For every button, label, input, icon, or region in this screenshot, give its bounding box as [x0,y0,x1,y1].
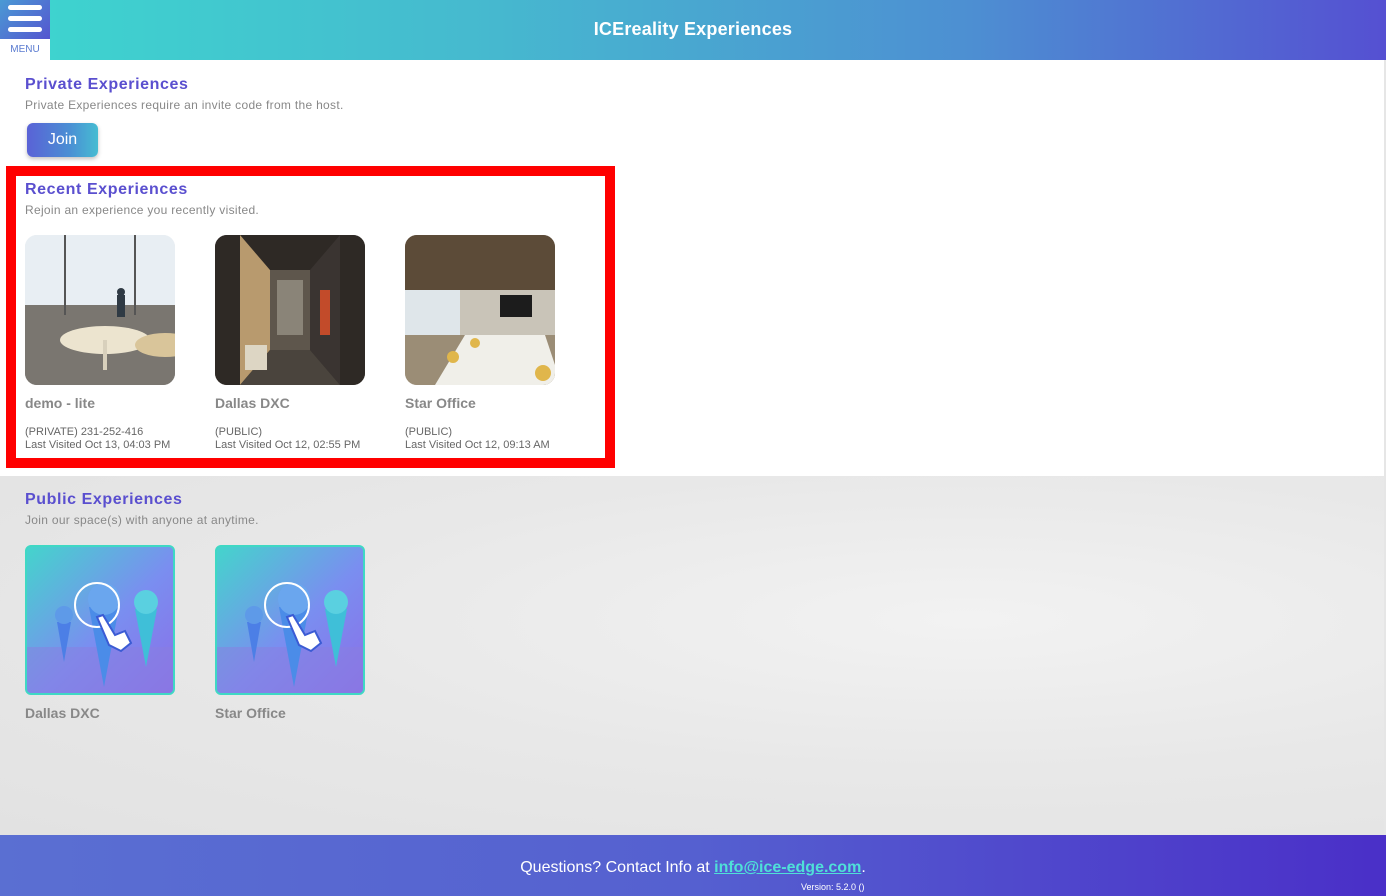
experience-last-visited: Last Visited Oct 12, 09:13 AM [405,439,550,451]
section-subtitle: Join our space(s) with anyone at anytime… [25,513,259,527]
public-experiences-section: Public Experiences Join our space(s) wit… [25,491,259,527]
experience-name: Dallas DXC [25,705,100,721]
experience-access: (PUBLIC) [405,426,453,438]
section-title: Recent Experiences [25,181,188,198]
recent-experiences-section: Recent Experiences Rejoin an experience … [25,181,259,217]
join-button[interactable]: Join [27,123,98,157]
hamburger-icon [0,0,50,39]
section-title: Private Experiences [25,76,189,93]
menu-button[interactable]: MENU [0,0,50,60]
footer-suffix: . [861,859,866,876]
experience-access: (PUBLIC) [215,426,263,438]
experience-thumbnail[interactable] [25,235,175,385]
public-experience-card[interactable]: Dallas DXC [25,545,175,721]
recent-experience-card[interactable]: Star Office (PUBLIC) Last Visited Oct 12… [405,235,555,452]
experience-name: Dallas DXC [215,395,290,411]
version-label: Version: 5.2.0 () [801,882,865,892]
experience-thumbnail[interactable] [25,545,175,695]
public-section-background [0,476,1386,835]
footer-contact-text: Questions? Contact Info at [520,859,715,876]
menu-label: MENU [10,44,40,55]
section-subtitle: Private Experiences require an invite co… [25,98,344,112]
section-title: Public Experiences [25,491,183,508]
experience-last-visited: Last Visited Oct 13, 04:03 PM [25,439,171,451]
experience-thumbnail[interactable] [215,545,365,695]
app-title: ICEreality Experiences [593,19,793,39]
recent-experience-card[interactable]: Dallas DXC (PUBLIC) Last Visited Oct 12,… [215,235,365,452]
recent-experience-card[interactable]: demo - lite (PRIVATE) 231-252-416 Last V… [25,235,175,452]
section-subtitle: Rejoin an experience you recently visite… [25,203,260,217]
footer-contact: Questions? Contact Info at info@ice-edge… [0,859,1386,877]
experience-name: Star Office [405,395,476,411]
experience-access: (PRIVATE) 231-252-416 [25,426,144,438]
experience-name: Star Office [215,705,286,721]
experience-name: demo - lite [25,395,96,411]
experience-last-visited: Last Visited Oct 12, 02:55 PM [215,439,361,451]
app-header: ICEreality Experiences [0,0,1386,60]
private-experiences-section: Private Experiences Private Experiences … [25,76,344,112]
footer: Questions? Contact Info at info@ice-edge… [0,835,1386,896]
experience-thumbnail[interactable] [405,235,555,385]
public-experience-card[interactable]: Star Office [215,545,365,721]
experience-thumbnail[interactable] [215,235,365,385]
contact-email-link[interactable]: info@ice-edge.com [714,859,861,876]
